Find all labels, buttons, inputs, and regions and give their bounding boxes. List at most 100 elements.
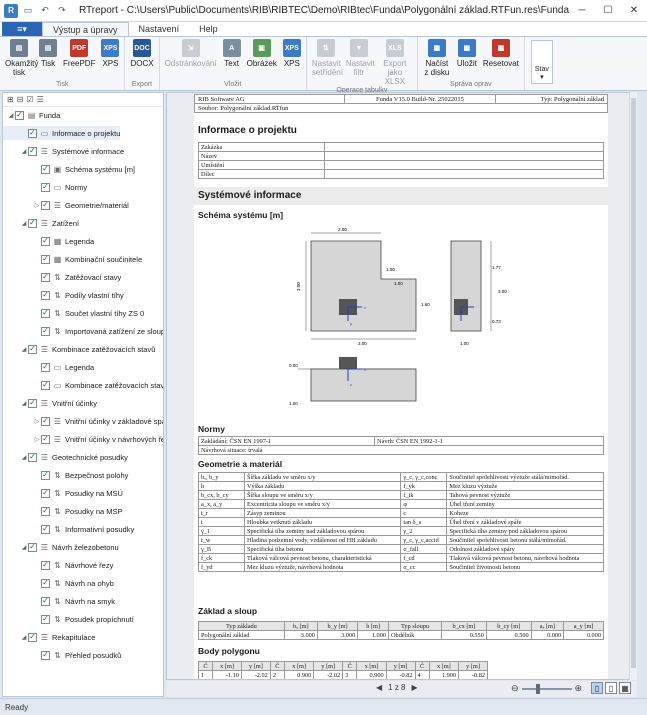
instant-print-button[interactable]: ▤ Okamžitý tisk — [2, 39, 38, 77]
expand-arrow-icon[interactable]: ◢ — [20, 346, 28, 353]
freepdf-button[interactable]: PDF FreePDF — [60, 39, 98, 68]
list-view-icon[interactable]: ☰ — [37, 95, 44, 104]
page-break-button[interactable]: ⇲ Odstránkování — [162, 39, 220, 68]
set-sort-button[interactable]: ⇅ Nastavit setřídění — [309, 39, 343, 77]
tab-vystup[interactable]: Výstup a úpravy — [42, 22, 129, 36]
zoom-knob[interactable] — [535, 683, 540, 694]
docx-button[interactable]: DOC DOCX — [127, 39, 156, 68]
tree-checkbox[interactable]: ✓ — [41, 326, 50, 336]
tree-checkbox[interactable]: ✓ — [41, 596, 50, 606]
collapse-arrow-icon[interactable]: ▷ — [33, 418, 41, 425]
tree-checkbox[interactable]: ✓ — [41, 524, 50, 534]
multi-page-view-icon[interactable]: ▦ — [619, 682, 631, 694]
tree-checkbox[interactable]: ✓ — [41, 254, 50, 264]
tree-item[interactable]: ◢ ✓ ☰ Kombinace zatěžovacích stavů — [3, 342, 155, 356]
tree-checkbox[interactable]: ✓ — [28, 452, 37, 462]
expand-arrow-icon[interactable]: ◢ — [20, 220, 28, 227]
tree-item[interactable]: ✓ ▦ Legenda — [3, 234, 94, 248]
tree-checkbox[interactable]: ✓ — [41, 614, 50, 624]
tree-checkbox[interactable]: ✓ — [28, 128, 37, 138]
insert-xps-button[interactable]: XPS XPS — [280, 39, 304, 68]
tree-item[interactable]: ✓ ⇅ Návrh na smyk — [3, 594, 115, 608]
tree-item[interactable]: ✓ ▭ Informace o projektu — [3, 126, 121, 140]
tree-item[interactable]: ▷ ✓ ☰ Vnitřní účinky v návrhových ře — [3, 432, 163, 446]
tree-checkbox[interactable]: ✓ — [41, 164, 50, 174]
next-page-button[interactable]: ▶ — [412, 683, 418, 692]
collapse-all-icon[interactable]: ⊟ — [17, 95, 24, 104]
close-button[interactable]: ✕ — [621, 1, 647, 21]
expand-arrow-icon[interactable]: ◢ — [20, 634, 28, 641]
tree-item[interactable]: ✓ ⇅ Posudky na MSÚ — [3, 486, 123, 500]
insert-image-button[interactable]: ▣ Obrázek — [244, 39, 280, 68]
tree-item[interactable]: ◢ ✓ ☰ Vnitřní účinky — [3, 396, 97, 410]
tree-item[interactable]: ▷ ✓ ☰ Vnitřní účinky v základové spá — [3, 414, 163, 428]
tree-item[interactable]: ✓ ▭ Kombinace zatěžovacích stavů — [3, 378, 163, 392]
tree-item[interactable]: ◢ ✓ ☰ Geotechnické posudky — [3, 450, 128, 464]
tree-checkbox[interactable]: ✓ — [41, 416, 50, 426]
tree-item[interactable]: ◢ ✓ ☰ Rekapitulace — [3, 630, 95, 644]
file-menu-button[interactable]: ≡▾ — [2, 22, 42, 36]
tab-nastaveni[interactable]: Nastavení — [129, 22, 190, 36]
redo-icon[interactable]: ↷ — [55, 4, 69, 18]
expand-arrow-icon[interactable]: ◢ — [20, 148, 28, 155]
tree-checkbox[interactable]: ✓ — [41, 308, 50, 318]
tree-item[interactable]: ✓ ⇅ Posudky na MSP — [3, 504, 123, 518]
single-page-view-icon[interactable]: ▯ — [591, 682, 603, 694]
tree-item[interactable]: ✓ ⇅ Informativní posudky — [3, 522, 134, 536]
tree-checkbox[interactable]: ✓ — [41, 578, 50, 588]
tree-checkbox[interactable]: ✓ — [41, 182, 50, 192]
zoom-in-button[interactable]: ⊕ — [575, 683, 583, 694]
tree-item[interactable]: ✓ ⇅ Importovaná zatížení ze sloup — [3, 324, 163, 338]
tree-checkbox[interactable]: ✓ — [41, 380, 50, 390]
two-page-view-icon[interactable]: ▯ — [605, 682, 617, 694]
tree-item[interactable]: ✓ ⇅ Návrhové řezy — [3, 558, 113, 572]
tree-checkbox[interactable]: ✓ — [28, 632, 37, 642]
stav-dropdown[interactable]: Stav ▾ — [530, 40, 553, 84]
expand-arrow-icon[interactable]: ◢ — [7, 112, 15, 119]
collapse-arrow-icon[interactable]: ▷ — [33, 436, 41, 443]
tree-item[interactable]: ✓ ⇅ Posudek propíchnutí — [3, 612, 134, 626]
expand-arrow-icon[interactable]: ◢ — [20, 400, 28, 407]
tree-checkbox[interactable]: ✓ — [28, 218, 37, 228]
tree-checkbox[interactable]: ✓ — [41, 650, 50, 660]
tree-checkbox[interactable]: ✓ — [41, 560, 50, 570]
tree-item[interactable]: ✓ ▭ Normy — [3, 180, 87, 194]
reset-fixes-button[interactable]: ▦ Resetovat — [480, 39, 522, 68]
tree-checkbox[interactable]: ✓ — [28, 344, 37, 354]
maximize-button[interactable]: ☐ — [595, 1, 621, 21]
check-all-icon[interactable]: ☑ — [26, 95, 33, 104]
collapse-arrow-icon[interactable]: ▷ — [33, 202, 41, 209]
load-from-disk-button[interactable]: ▦ Načíst z disku — [420, 39, 454, 77]
tree-item[interactable]: ◢ ✓ ☰ Zatížení — [3, 216, 79, 230]
tree-checkbox[interactable]: ✓ — [41, 290, 50, 300]
tree-item[interactable]: ✓ ⇅ Bezpečnost polohy — [3, 468, 128, 482]
expand-arrow-icon[interactable]: ◢ — [20, 544, 28, 551]
tree-item[interactable]: ✓ ⇅ Návrh na ohyb — [3, 576, 114, 590]
tree-checkbox[interactable]: ✓ — [28, 398, 37, 408]
zoom-out-button[interactable]: ⊖ — [511, 683, 519, 694]
tree-checkbox[interactable]: ✓ — [41, 506, 50, 516]
save-fixes-button[interactable]: ▦ Uložit — [454, 39, 480, 68]
tree-checkbox[interactable]: ✓ — [41, 272, 50, 282]
set-filter-button[interactable]: ▼ Nastavit filtr — [343, 39, 375, 77]
tree-item[interactable]: ◢ ✓ ☰ Systémové informace — [3, 144, 124, 158]
tree-checkbox[interactable]: ✓ — [41, 236, 50, 246]
tree-item[interactable]: ✓ ⇅ Součet vlastní tíhy ZS 0 — [3, 306, 144, 320]
tree-checkbox[interactable]: ✓ — [15, 110, 24, 120]
tree-checkbox[interactable]: ✓ — [28, 146, 37, 156]
prev-page-button[interactable]: ◀ — [376, 683, 382, 692]
print-button[interactable]: ▤ Tisk — [36, 39, 60, 68]
tree-checkbox[interactable]: ✓ — [41, 200, 50, 210]
tree-checkbox[interactable]: ✓ — [41, 470, 50, 480]
xps-print-button[interactable]: XPS XPS — [98, 39, 122, 68]
open-folder-icon[interactable]: ▭ — [21, 4, 35, 18]
scroll-thumb[interactable] — [631, 98, 636, 668]
vertical-scrollbar[interactable] — [629, 92, 637, 680]
undo-icon[interactable]: ↶ — [38, 4, 52, 18]
zoom-slider[interactable] — [521, 683, 572, 694]
insert-text-button[interactable]: A Text — [220, 39, 244, 68]
tree-item[interactable]: ✓ ⇅ Zatěžovací stavy — [3, 270, 121, 284]
tree-checkbox[interactable]: ✓ — [28, 542, 37, 552]
tree-item[interactable]: ✓ ▣ Schéma systému [m] — [3, 162, 135, 176]
tree-item[interactable]: ✓ ▦ Kombinační součinitele — [3, 252, 142, 266]
